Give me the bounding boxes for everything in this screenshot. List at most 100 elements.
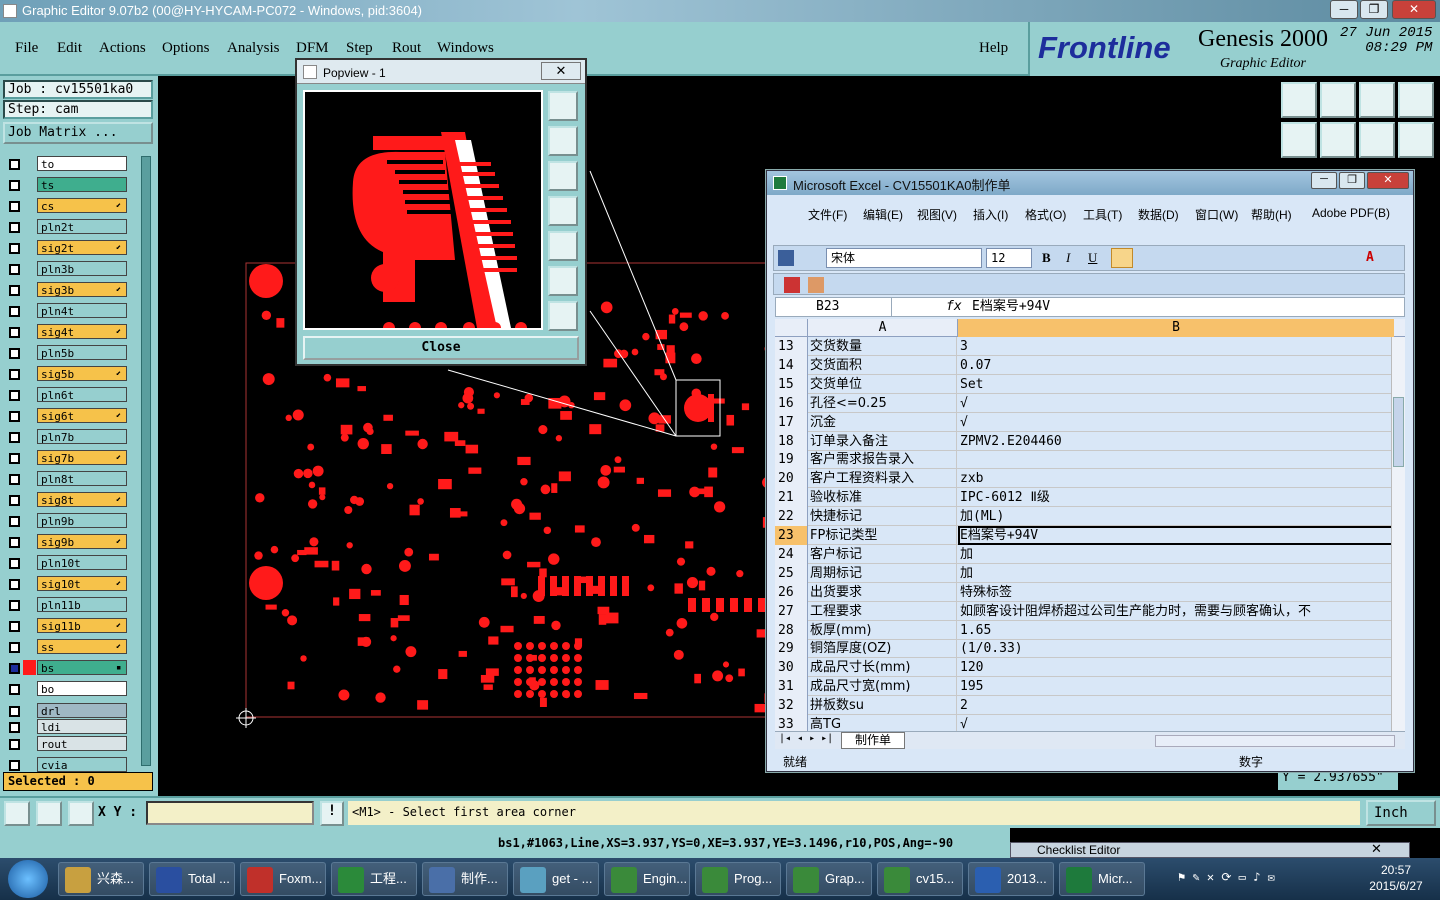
layer-row-pln3b[interactable]: pln3b bbox=[4, 261, 140, 277]
sheet-row[interactable]: 19 客户需求报告录入 bbox=[775, 450, 1405, 470]
pdf-convert-icon[interactable] bbox=[784, 277, 800, 293]
row-number[interactable]: 32 bbox=[775, 696, 808, 716]
row-number[interactable]: 23 bbox=[775, 526, 808, 545]
layer-row-ts[interactable]: ts bbox=[4, 177, 140, 193]
layer-checkbox[interactable] bbox=[9, 159, 20, 170]
row-number[interactable]: 26 bbox=[775, 582, 808, 602]
checklist-close-icon[interactable]: ✕ bbox=[1371, 841, 1382, 857]
menu-edit[interactable]: Edit bbox=[57, 40, 82, 57]
popview-zoom-fit-icon[interactable] bbox=[548, 266, 578, 296]
sheet-row[interactable]: 20 客户工程资料录入 zxb bbox=[775, 469, 1405, 489]
menu-file[interactable]: File bbox=[15, 40, 38, 57]
clock[interactable]: 20:57 2015/6/27 bbox=[1356, 862, 1436, 894]
layer-name[interactable]: pln10t bbox=[37, 555, 127, 570]
taskbar-item[interactable]: Engin... bbox=[604, 862, 690, 896]
layer-row-cvia[interactable]: cvia bbox=[4, 757, 140, 773]
layer-row-cs[interactable]: cs ⬋ bbox=[4, 198, 140, 214]
cell-a[interactable]: 铜箔厚度(OZ) bbox=[808, 639, 957, 659]
layer-row-pln5b[interactable]: pln5b bbox=[4, 345, 140, 361]
layer-checkbox[interactable] bbox=[9, 621, 20, 632]
cell-a[interactable]: 交货面积 bbox=[808, 355, 957, 375]
layer-row-sig3b[interactable]: sig3b ⬋ bbox=[4, 282, 140, 298]
save-icon[interactable] bbox=[778, 250, 794, 266]
excel-maximize-button[interactable]: ❐ bbox=[1339, 172, 1365, 189]
scroll-thumb[interactable] bbox=[1393, 397, 1404, 467]
layer-checkbox[interactable] bbox=[9, 264, 20, 275]
row-number[interactable]: 31 bbox=[775, 677, 808, 697]
cell-b[interactable]: IPC-6012 Ⅱ级 bbox=[958, 488, 1394, 507]
layer-list-scrollbar[interactable] bbox=[141, 156, 151, 766]
close-button[interactable]: ✕ bbox=[1392, 0, 1436, 19]
layer-name[interactable]: bs bbox=[37, 660, 127, 675]
layer-name[interactable]: drl bbox=[37, 702, 127, 718]
layer-checkbox[interactable] bbox=[9, 738, 20, 750]
menu-step[interactable]: Step bbox=[346, 40, 373, 57]
layer-name[interactable]: sig11b bbox=[37, 618, 127, 633]
toolbar-window-icon[interactable] bbox=[1398, 82, 1434, 118]
layer-checkbox[interactable] bbox=[9, 663, 20, 674]
cell-a[interactable]: 交货数量 bbox=[808, 337, 957, 356]
sheet-row[interactable]: 32 拼板数su 2 bbox=[775, 696, 1405, 716]
layer-name[interactable]: ts bbox=[37, 177, 127, 192]
bold-button[interactable]: B bbox=[1042, 250, 1051, 266]
layer-checkbox[interactable] bbox=[9, 642, 20, 653]
row-number[interactable]: 19 bbox=[775, 450, 808, 470]
excel-minimize-button[interactable]: ─ bbox=[1311, 172, 1337, 189]
layer-row-to[interactable]: to bbox=[4, 156, 140, 172]
excel-menu-data[interactable]: 数据(D) bbox=[1138, 206, 1179, 223]
layer-name[interactable]: cs bbox=[37, 198, 127, 213]
layer-name[interactable]: ldi bbox=[37, 719, 127, 734]
toolbar-mirror-icon[interactable] bbox=[1359, 122, 1395, 158]
layer-checkbox[interactable] bbox=[9, 243, 20, 254]
layer-name[interactable]: sig9b bbox=[37, 534, 127, 549]
cell-a[interactable]: 工程要求 bbox=[808, 601, 957, 621]
cell-a[interactable]: 板厚(mm) bbox=[808, 620, 957, 640]
xy-input[interactable] bbox=[146, 801, 314, 825]
formula-input[interactable]: E档案号+94V bbox=[972, 298, 1050, 316]
grid-icon[interactable] bbox=[68, 801, 94, 826]
layer-row-sig7b[interactable]: sig7b ⬋ bbox=[4, 450, 140, 466]
cell-b[interactable]: 加 bbox=[958, 564, 1394, 583]
layer-name[interactable]: bo bbox=[37, 681, 127, 696]
row-number[interactable]: 14 bbox=[775, 355, 808, 375]
excel-menu-adobe-pdf[interactable]: Adobe PDF(B) bbox=[1312, 206, 1390, 220]
layer-name[interactable]: ss bbox=[37, 639, 127, 654]
row-number[interactable]: 21 bbox=[775, 488, 808, 508]
toolbar-pan-down-icon[interactable] bbox=[1320, 82, 1356, 118]
system-tray[interactable]: ⚑ ✎ ✕ ⟳ ▭ ♪ ✉ bbox=[1178, 870, 1328, 888]
font-color-icon[interactable]: A bbox=[1366, 250, 1374, 265]
layer-name[interactable]: cvia bbox=[37, 757, 127, 772]
row-number[interactable]: 30 bbox=[775, 658, 808, 678]
sheet-row[interactable]: 13 交货数量 3 bbox=[775, 337, 1405, 356]
layer-checkbox[interactable] bbox=[9, 306, 20, 317]
cell-a[interactable]: 客户工程资料录入 bbox=[808, 469, 957, 489]
sheet-row[interactable]: 23 FP标记类型 E档案号+94V bbox=[775, 526, 1405, 545]
sheet-row[interactable]: 17 沉金 √ bbox=[775, 412, 1405, 432]
sheet-nav-icon[interactable]: |◂ ◂ ▸ ▸| bbox=[779, 733, 833, 744]
layer-row-pln2t[interactable]: pln2t bbox=[4, 219, 140, 235]
layer-row-sig4t[interactable]: sig4t ⬋ bbox=[4, 324, 140, 340]
row-number[interactable]: 18 bbox=[775, 431, 808, 451]
popview-pan-up-icon[interactable] bbox=[548, 126, 578, 156]
taskbar-item[interactable]: 制作... bbox=[422, 862, 508, 896]
layer-row-sig9b[interactable]: sig9b ⬋ bbox=[4, 534, 140, 550]
layer-name[interactable]: pln8t bbox=[37, 471, 127, 486]
layer-name[interactable]: sig10t bbox=[37, 576, 127, 591]
popview-pan-right-icon[interactable] bbox=[548, 231, 578, 261]
select-all-corner[interactable] bbox=[775, 319, 808, 337]
taskbar-item[interactable]: 兴森... bbox=[58, 862, 144, 896]
cell-a[interactable]: 成品尺寸宽(mm) bbox=[808, 677, 957, 697]
cell-a[interactable]: 孔径<=0.25 bbox=[808, 393, 957, 413]
measure-icon[interactable] bbox=[36, 801, 62, 826]
sheet-row[interactable]: 24 客户标记加 bbox=[775, 544, 1405, 564]
row-number[interactable]: 28 bbox=[775, 620, 808, 640]
cell-b[interactable]: 1.65 bbox=[958, 621, 1394, 640]
excel-menu-edit[interactable]: 编辑(E) bbox=[863, 206, 903, 223]
layer-checkbox[interactable] bbox=[9, 285, 20, 296]
layer-row-pln7b[interactable]: pln7b bbox=[4, 429, 140, 445]
layer-checkbox[interactable] bbox=[9, 705, 20, 717]
cell-b[interactable]: zxb bbox=[958, 469, 1394, 488]
sheet-row[interactable]: 26 出货要求 特殊标签 bbox=[775, 582, 1405, 602]
layer-name[interactable]: sig5b bbox=[37, 366, 127, 381]
excel-menu-view[interactable]: 视图(V) bbox=[917, 206, 957, 223]
